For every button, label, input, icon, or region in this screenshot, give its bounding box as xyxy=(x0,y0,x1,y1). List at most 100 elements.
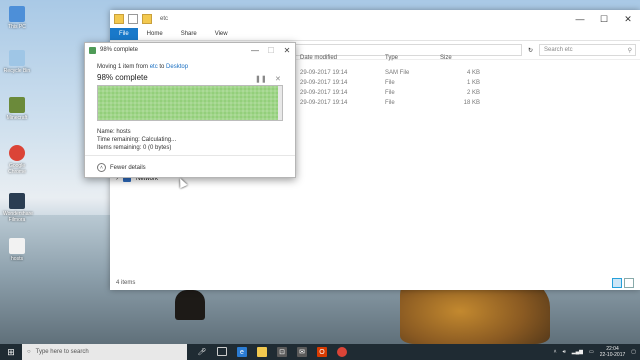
column-size[interactable]: Size xyxy=(440,55,496,61)
clock-date: 22-10-2017 xyxy=(599,352,626,358)
properties-icon[interactable] xyxy=(128,14,138,24)
row-date: 29-09-2017 19:14 xyxy=(300,90,348,96)
file-explorer-icon[interactable] xyxy=(257,347,267,357)
fewer-details-button[interactable]: ˄ Fewer details xyxy=(97,163,146,172)
battery-icon[interactable]: ▭ xyxy=(589,349,594,355)
dialog-close-button[interactable]: ✕ xyxy=(279,43,295,57)
table-row[interactable]: 29-09-2017 19:14 File 2 KB xyxy=(300,88,480,98)
desktop-icon-this-pc[interactable]: This PC xyxy=(3,6,31,30)
network-tray-icon[interactable]: ▂▄▆ xyxy=(572,349,583,355)
taskbar: ⊞ ○ Type here to search 🎤︎ e ⊡ ✉ O ˄ 🔊︎ … xyxy=(0,344,640,360)
desktop-icon-label: This PC xyxy=(8,24,26,30)
source-link[interactable]: etc xyxy=(150,64,158,70)
row-type: File xyxy=(385,80,395,86)
notifications-icon[interactable]: ▢ xyxy=(631,349,636,355)
dialog-minimize-button[interactable]: — xyxy=(247,43,263,57)
microphone-icon[interactable]: 🎤︎ xyxy=(197,347,207,357)
dialog-divider xyxy=(85,155,295,156)
dialog-maximize-button[interactable]: ☐ xyxy=(263,43,279,57)
recycle-bin-icon xyxy=(9,50,25,66)
search-icon: ⚲ xyxy=(627,47,632,54)
file-icon xyxy=(9,238,25,254)
maximize-button[interactable]: ☐ xyxy=(592,10,616,28)
pause-icon[interactable]: ❚❚ xyxy=(255,75,267,83)
taskbar-search-placeholder: Type here to search xyxy=(35,349,89,355)
filmora-icon xyxy=(9,193,25,209)
row-size: 18 KB xyxy=(463,100,480,106)
table-row[interactable]: 29-09-2017 19:14 SAM File 4 KB xyxy=(300,68,480,78)
ribbon-tabs: File Home Share View xyxy=(110,28,640,41)
row-type: SAM File xyxy=(385,70,410,76)
chrome-taskbar-icon[interactable] xyxy=(337,347,347,357)
windows-start-button[interactable]: ⊞ xyxy=(0,344,22,360)
file-name: Name: hosts xyxy=(97,129,131,135)
office-icon[interactable]: O xyxy=(317,347,327,357)
column-headers: Date modified Type Size xyxy=(300,55,496,61)
tab-file[interactable]: File xyxy=(110,28,138,40)
dialog-window-controls: — ☐ ✕ xyxy=(247,43,295,57)
moving-description: Moving 1 item from etc to Desktop xyxy=(97,64,188,70)
row-type: File xyxy=(385,90,395,96)
refresh-icon[interactable]: ↻ xyxy=(528,47,533,54)
new-folder-icon[interactable] xyxy=(142,14,152,24)
chevron-up-icon: ˄ xyxy=(97,163,106,172)
desktop-icon-label: Wondershare Filmora xyxy=(3,211,33,223)
desktop-rock-small xyxy=(175,290,205,320)
column-date-modified[interactable]: Date modified xyxy=(300,55,385,61)
close-button[interactable]: ✕ xyxy=(616,10,640,28)
cancel-icon[interactable]: ✕ xyxy=(275,75,281,83)
tab-share[interactable]: Share xyxy=(172,28,206,40)
desktop-icon-label: Google Chrome xyxy=(8,163,26,175)
transfer-details: Name: hosts Time remaining: Calculating.… xyxy=(97,128,176,152)
row-date: 29-09-2017 19:14 xyxy=(300,80,348,86)
view-toggle xyxy=(612,278,634,288)
desktop-icon-hosts[interactable]: hosts xyxy=(3,238,31,262)
explorer-titlebar: etc xyxy=(110,10,640,28)
folder-icon xyxy=(114,14,124,24)
mail-icon[interactable]: ✉ xyxy=(297,347,307,357)
desktop-icon-label: hosts xyxy=(11,256,23,262)
destination-link[interactable]: Desktop xyxy=(166,64,188,70)
clock[interactable]: 22:04 22-10-2017 xyxy=(600,346,626,358)
cortana-icon: ○ xyxy=(27,349,31,355)
minecraft-icon xyxy=(9,97,25,113)
copy-progress-icon xyxy=(89,46,96,54)
large-icons-view-button[interactable] xyxy=(624,278,634,288)
minimize-button[interactable]: — xyxy=(568,10,592,28)
moving-prefix: Moving 1 item from xyxy=(97,64,150,70)
row-type: File xyxy=(385,100,395,106)
tab-view[interactable]: View xyxy=(206,28,237,40)
search-input[interactable]: Search etc ⚲ xyxy=(539,44,636,56)
row-size: 1 KB xyxy=(466,80,480,86)
store-icon[interactable]: ⊡ xyxy=(277,347,287,357)
fewer-details-label: Fewer details xyxy=(110,164,146,171)
edge-icon[interactable]: e xyxy=(237,347,247,357)
desktop-icon-recycle-bin[interactable]: Recycle Bin xyxy=(3,50,31,74)
taskbar-search[interactable]: ○ Type here to search xyxy=(22,344,187,360)
file-operation-dialog: 98% complete — ☐ ✕ Moving 1 item from et… xyxy=(84,42,296,178)
taskbar-pinned-apps: 🎤︎ e ⊡ ✉ O xyxy=(197,347,347,357)
desktop-icon-minecraft[interactable]: Minecraft xyxy=(3,97,31,121)
time-remaining: Time remaining: Calculating... xyxy=(97,137,177,143)
chevron-up-tray-icon[interactable]: ˄ xyxy=(554,349,557,355)
this-pc-icon xyxy=(9,6,25,22)
file-list: 29-09-2017 19:14 SAM File 4 KB 29-09-201… xyxy=(300,68,480,108)
volume-icon[interactable]: 🔊︎ xyxy=(563,349,566,355)
desktop-icon-label: Recycle Bin xyxy=(3,68,31,74)
table-row[interactable]: 29-09-2017 19:14 File 1 KB xyxy=(300,78,480,88)
column-type[interactable]: Type xyxy=(385,55,440,61)
details-view-button[interactable] xyxy=(612,278,622,288)
status-bar-count: 4 items xyxy=(116,280,136,286)
tab-home[interactable]: Home xyxy=(138,28,172,40)
row-size: 2 KB xyxy=(466,90,480,96)
percent-complete: 98% complete xyxy=(97,73,148,82)
search-placeholder: Search etc xyxy=(544,47,573,53)
desktop-icon-label: Minecraft xyxy=(6,115,28,121)
progress-graph xyxy=(97,85,283,121)
desktop-icon-filmora[interactable]: Wondershare Filmora xyxy=(3,193,33,223)
table-row[interactable]: 29-09-2017 19:14 File 18 KB xyxy=(300,98,480,108)
row-date: 29-09-2017 19:14 xyxy=(300,100,348,106)
row-date: 29-09-2017 19:14 xyxy=(300,70,348,76)
task-view-icon[interactable] xyxy=(217,347,227,356)
desktop-icon-chrome[interactable]: Google Chrome xyxy=(3,145,31,175)
